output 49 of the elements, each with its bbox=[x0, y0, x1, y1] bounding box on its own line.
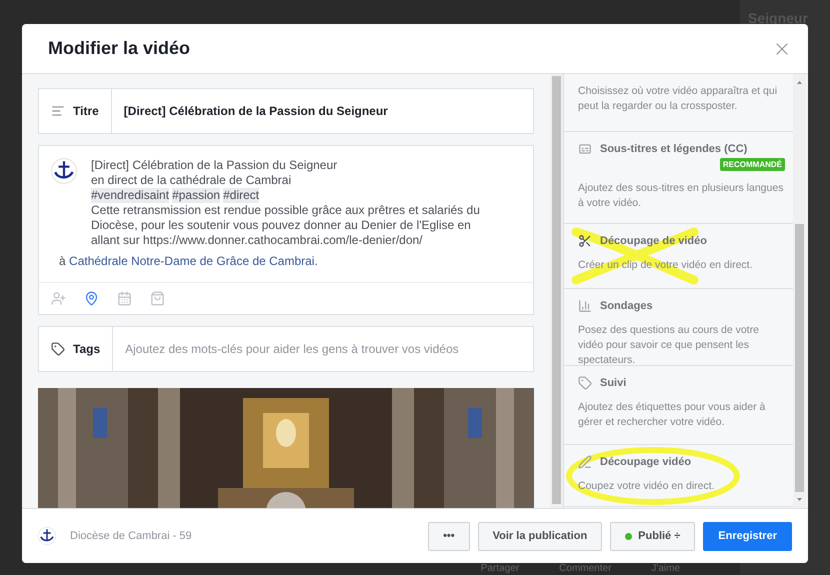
tag-icon bbox=[51, 342, 65, 356]
section-description: Posez des questions au cours de votre vidéo pour savoir ce que pensent les spectateurs. bbox=[578, 323, 760, 368]
section-title: Sondages bbox=[600, 300, 653, 312]
chart-icon bbox=[578, 299, 592, 313]
hashtag[interactable]: #vendredisaint bbox=[91, 188, 170, 203]
add-person-icon[interactable] bbox=[51, 291, 66, 306]
section-title: Découpage vidéo bbox=[600, 456, 692, 468]
status-dropdown[interactable]: Publié ÷ bbox=[610, 522, 696, 550]
section-title: Sous-titres et légendes (CC) bbox=[600, 143, 748, 155]
section-description: Ajoutez des sous-titres en plusieurs langues à votre vidéo. bbox=[578, 181, 784, 211]
dialog-title: Modifier la vidéo bbox=[48, 38, 190, 59]
location-link[interactable]: Cathédrale Notre-Dame de Grâce de Cambrai. bbox=[69, 254, 318, 268]
location-line: à Cathédrale Notre-Dame de Grâce de Cambrai. bbox=[58, 254, 319, 270]
description-text: en direct de la cathédrale de Cambrai bbox=[91, 173, 292, 188]
description-text: [Direct] Célébration de la Passion du Seigneur bbox=[91, 158, 338, 173]
diocese-logo-icon bbox=[38, 527, 56, 545]
post-action: Partager bbox=[480, 563, 520, 574]
post-action: J'aime bbox=[651, 563, 680, 574]
scrollbar[interactable] bbox=[550, 74, 563, 508]
location-icon[interactable] bbox=[84, 291, 99, 306]
hashtag[interactable]: #passion bbox=[172, 188, 220, 203]
view-post-button[interactable]: Voir la publication bbox=[478, 522, 602, 550]
section-title: Suivi bbox=[600, 377, 626, 389]
title-value: [Direct] Célébration de la Passion du Seigneur bbox=[122, 104, 388, 118]
title-field[interactable]: Titre [Direct] Célébration de la Passion du Seigneur bbox=[38, 88, 534, 134]
bag-icon[interactable] bbox=[150, 291, 165, 306]
tags-label: Tags bbox=[73, 342, 100, 356]
tags-field[interactable]: Tags Ajoutez des mots-clés pour aider les gens à trouver vos vidéos bbox=[38, 326, 534, 372]
description-text: Cette retransmission est rendue possible grâce aux prêtres et salariés du Diocèse, pour les soutenir vous pouvez donner au Denier de l'Eglise en allant sur https://www.donner.cathocambrai.com/le-denier/don/ bbox=[91, 203, 481, 248]
settings-section[interactable]: Découpage vidéo Coupez votre vidéo en direct. bbox=[564, 445, 793, 507]
captions-icon bbox=[578, 142, 592, 156]
diocese-logo-icon bbox=[51, 158, 77, 184]
save-button[interactable]: Enregistrer bbox=[703, 522, 792, 550]
recommended-badge: RECOMMANDÉ bbox=[720, 158, 785, 171]
title-label: Titre bbox=[73, 104, 99, 118]
hashtag[interactable]: #direct bbox=[223, 188, 260, 203]
section-description: Choisissez où votre vidéo apparaîtra et qui peut la regarder ou la crossposter. bbox=[578, 84, 778, 114]
settings-section[interactable]: Sous-titres et légendes (CC) RECOMMANDÉ Ajoutez des sous-titres en plusieurs langues à votre vidéo. bbox=[564, 132, 793, 224]
pencil-icon bbox=[578, 455, 592, 469]
post-action: Commenter bbox=[559, 563, 612, 574]
calendar-icon[interactable] bbox=[117, 291, 132, 306]
scissors-icon bbox=[578, 234, 592, 248]
section-description: Ajoutez des étiquettes pour vous aider à gérer et rechercher votre vidéo. bbox=[578, 400, 766, 430]
scrollbar[interactable] bbox=[793, 74, 806, 508]
tag-icon bbox=[578, 376, 592, 390]
page-name: Diocèse de Cambrai - 59 bbox=[70, 530, 193, 542]
more-button[interactable]: ••• bbox=[428, 522, 470, 550]
section-description: Coupez votre vidéo en direct. bbox=[578, 479, 716, 494]
lines-icon bbox=[51, 104, 65, 118]
